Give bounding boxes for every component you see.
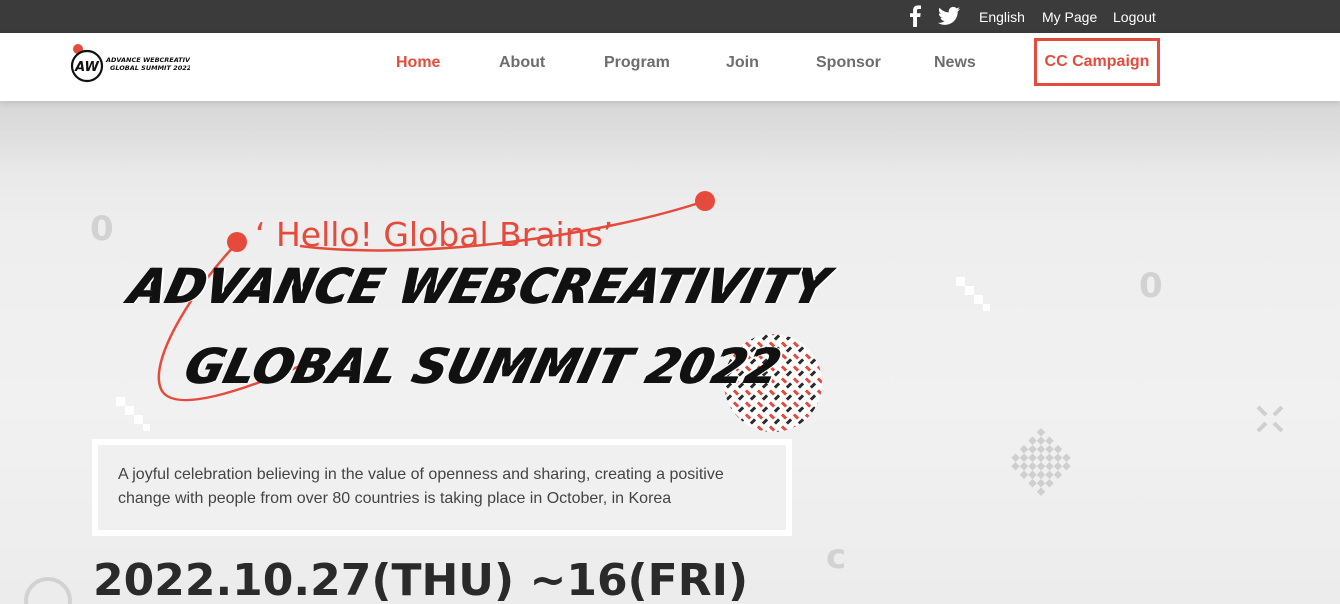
twitter-icon[interactable] bbox=[938, 6, 960, 26]
nav-join[interactable]: Join bbox=[726, 54, 759, 72]
nav-about[interactable]: About bbox=[499, 54, 545, 72]
nav-home[interactable]: Home bbox=[396, 54, 440, 72]
hero-banner: 0 0 c ‘ Hello! Global Brains’ ADVANCE WE… bbox=[0, 101, 1340, 604]
nav-sponsor[interactable]: Sponsor bbox=[816, 54, 881, 72]
event-date: 2022.10.27(THU) ~16(FRI) bbox=[93, 555, 749, 604]
my-page-link[interactable]: My Page bbox=[1042, 9, 1097, 25]
hero-title-line2: GLOBAL SUMMIT 2022 bbox=[180, 337, 789, 395]
summit-logo[interactable]: AW ADVANCE WEBCREATIVITY GLOBAL SUMMIT 2… bbox=[70, 43, 190, 85]
cc-campaign-button[interactable]: CC Campaign bbox=[1034, 38, 1160, 86]
hero-description: A joyful celebration believing in the va… bbox=[92, 439, 792, 536]
checker-diamond bbox=[1011, 428, 1071, 496]
hero-greeting: ‘ Hello! Global Brains’ bbox=[255, 215, 614, 254]
logo-mark: AW bbox=[74, 60, 99, 75]
zero-deco: 0 bbox=[1139, 266, 1163, 306]
facebook-icon[interactable] bbox=[908, 5, 922, 27]
language-english-link[interactable]: English bbox=[979, 9, 1025, 25]
main-navigation: AW ADVANCE WEBCREATIVITY GLOBAL SUMMIT 2… bbox=[0, 33, 1340, 101]
logo-line1: ADVANCE WEBCREATIVITY bbox=[105, 56, 190, 64]
orbit-dot-left bbox=[227, 232, 247, 252]
top-utility-bar: English My Page Logout bbox=[0, 0, 1340, 33]
nav-news[interactable]: News bbox=[934, 54, 976, 72]
c-deco: c bbox=[826, 537, 847, 577]
hero-title-line1: ADVANCE WEBCREATIVITY bbox=[124, 257, 837, 315]
nav-program[interactable]: Program bbox=[604, 54, 670, 72]
logout-link[interactable]: Logout bbox=[1113, 9, 1156, 25]
zero-deco: 0 bbox=[90, 209, 114, 249]
orbit-dot-right bbox=[695, 191, 715, 211]
hero-description-text: A joyful celebration believing in the va… bbox=[118, 466, 724, 507]
x-arrows-deco bbox=[1256, 405, 1284, 433]
circle-deco bbox=[24, 577, 72, 604]
logo-line2: GLOBAL SUMMIT 2022 bbox=[110, 64, 190, 72]
